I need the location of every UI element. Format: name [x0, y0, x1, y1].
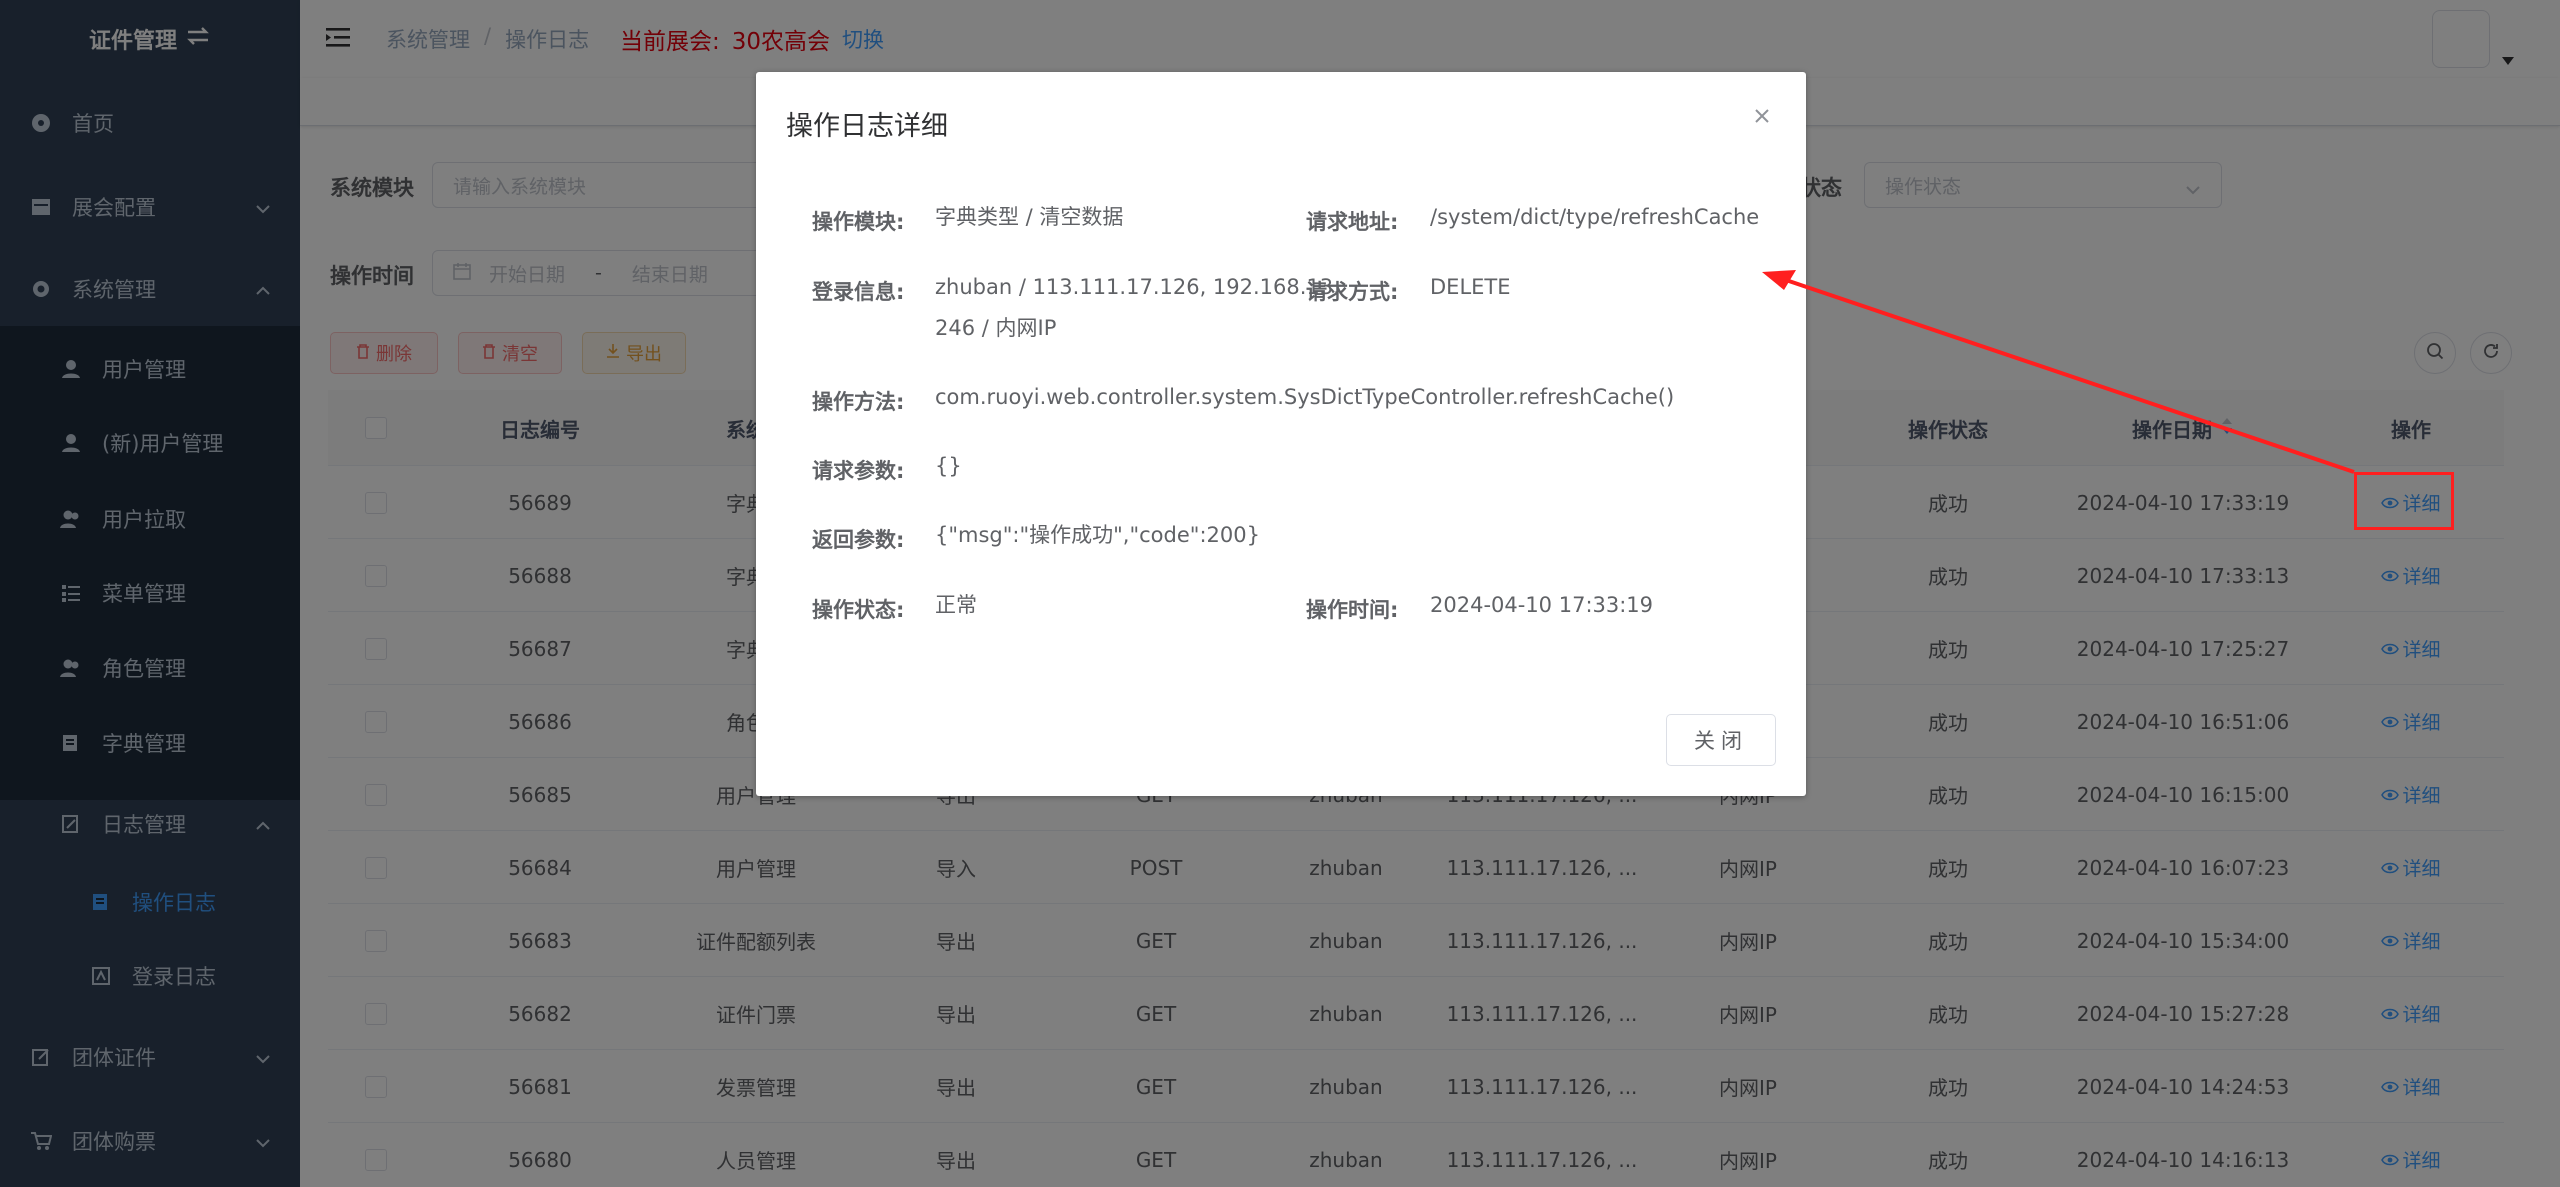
oper-log-detail-dialog: 操作日志详细 操作模块: 字典类型 / 清空数据 请求地址: /system/d… — [756, 72, 1806, 796]
method-value: com.ruoyi.web.controller.system.SysDictT… — [935, 385, 1675, 409]
login-info-label: 登录信息: — [812, 280, 905, 304]
request-method-label: 请求方式: — [1306, 280, 1399, 304]
params-label: 请求参数: — [812, 459, 905, 483]
result-label: 返回参数: — [812, 528, 905, 552]
url-label: 请求地址: — [1306, 210, 1399, 234]
module-value: 字典类型 / 清空数据 — [935, 205, 1124, 229]
annotation-highlight-box — [2354, 472, 2454, 530]
login-info-value-line2: 246 / 内网IP — [935, 316, 1057, 340]
request-method-value: DELETE — [1430, 275, 1511, 299]
status-label: 操作状态: — [812, 598, 905, 622]
close-icon[interactable] — [1748, 102, 1776, 130]
time-label: 操作时间: — [1306, 598, 1399, 622]
status-value: 正常 — [935, 593, 977, 617]
method-label: 操作方法: — [812, 390, 905, 414]
time-value: 2024-04-10 17:33:19 — [1430, 593, 1654, 617]
close-button[interactable]: 关闭 — [1666, 714, 1776, 766]
login-info-value-line1: zhuban / 113.111.17.126, 192.168.13. — [935, 275, 1340, 299]
params-value: {} — [935, 454, 962, 478]
url-value: /system/dict/type/refreshCache — [1430, 205, 1760, 229]
module-label: 操作模块: — [812, 210, 905, 234]
result-value: {"msg":"操作成功","code":200} — [935, 523, 1260, 547]
dialog-title: 操作日志详细 — [786, 111, 948, 142]
